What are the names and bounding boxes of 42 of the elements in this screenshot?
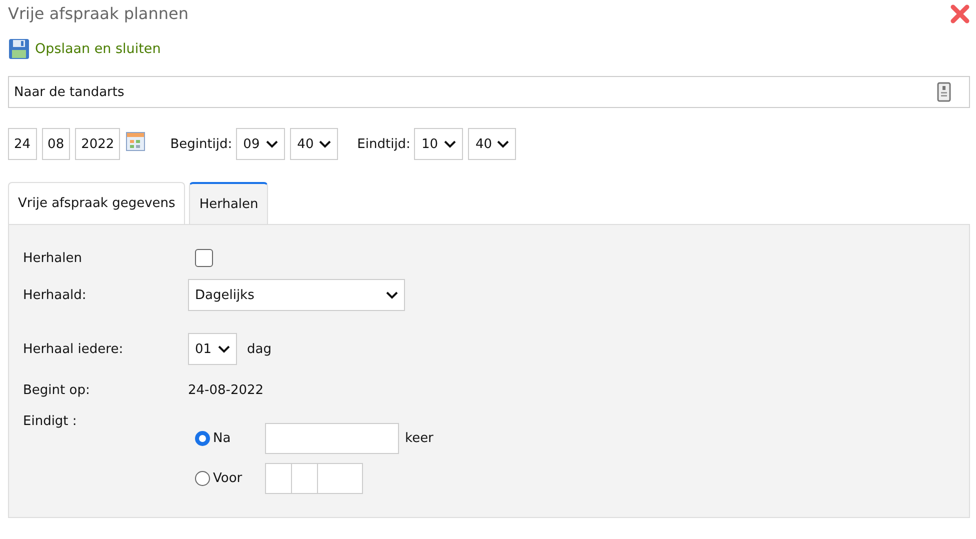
start-date: 24-08-2022 [188,383,264,398]
chevron-icon [497,140,510,148]
interval-select[interactable]: 01 [188,333,237,365]
day-field[interactable] [265,462,292,494]
chevron-icon [266,140,278,148]
hour-select[interactable]: 09 [236,128,286,160]
start-time-label: Begintijd: [170,136,232,152]
radio-button[interactable] [195,430,210,446]
chevron-icon [444,140,456,148]
tab[interactable]: Vrije afspraak gegevens [8,182,186,224]
year-field[interactable]: 2022 [75,128,120,160]
chevron-icon [319,140,332,148]
minute-select[interactable]: 40 [468,128,516,160]
field-label: Eindigt : [23,414,78,429]
save-and-close-link[interactable]: Opslaan en sluiten [8,36,970,62]
chevron-icon [218,345,230,353]
end-time-label: Eindtijd: [357,136,410,152]
radio-button[interactable] [195,470,210,486]
month-field[interactable] [291,462,318,494]
contact-card-icon[interactable] [937,82,951,102]
year-field[interactable] [317,462,363,494]
calendar-icon[interactable] [126,132,146,151]
unit-label: dag [247,342,272,356]
frequency-select[interactable]: Dagelijks [188,279,405,311]
month-field[interactable]: 08 [42,128,70,160]
radio-label: Voor [212,470,244,486]
field-label: Herhaal iedere: [23,342,124,356]
radio-label: Na [212,430,232,446]
tab[interactable]: Herhalen [189,182,268,224]
close-icon[interactable] [950,4,970,24]
window-title: Vrije afspraak plannen [8,4,188,23]
chevron-icon [386,291,398,299]
subject-field[interactable]: Naar de tandarts [8,76,970,108]
repeat-checkbox[interactable] [195,249,213,267]
field-label: Begint op: [23,383,91,398]
day-field[interactable]: 24 [8,128,37,160]
unit-label: keer [405,430,434,446]
count-field[interactable] [265,422,399,454]
field-label: Herhalen [23,250,83,266]
field-label: Herhaald: [23,288,88,302]
hour-select[interactable]: 10 [414,128,464,160]
minute-select[interactable]: 40 [290,128,338,160]
